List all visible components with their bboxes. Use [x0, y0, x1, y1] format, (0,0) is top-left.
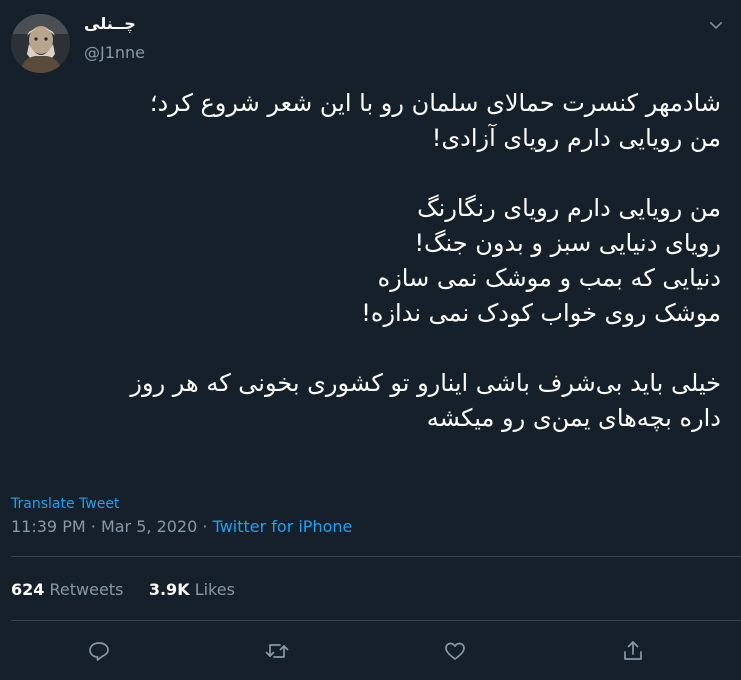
- likes-count: 3.9K: [148, 580, 190, 599]
- tweet-meta: 11:39 PM · Mar 5, 2020 · Twitter for iPh…: [11, 517, 352, 536]
- meta-separator: ·: [90, 517, 96, 536]
- tweet-text-line: [21, 331, 721, 366]
- tweet-text-line: رویای دنیایی سبز و بدون جنگ!: [414, 229, 721, 257]
- likes-stat[interactable]: 3.9K Likes: [149, 580, 235, 599]
- retweet-icon[interactable]: [262, 636, 292, 666]
- tweet-source-link[interactable]: Twitter for iPhone: [213, 517, 353, 536]
- translate-tweet-link[interactable]: Translate Tweet: [11, 496, 119, 512]
- tweet-text-line: من رویایی دارم رویای رنگارنگ: [417, 194, 721, 222]
- chevron-down-icon[interactable]: [705, 14, 727, 36]
- like-icon[interactable]: [440, 636, 470, 666]
- tweet-text-line: خیلی باید بی‌شرف باشی اینارو تو کشوری بخ…: [130, 369, 721, 397]
- tweet-text-line: شادمهر کنسرت حمالای سلمان رو با این شعر …: [149, 89, 721, 117]
- avatar-image: [11, 14, 70, 73]
- author-display-name[interactable]: چــنلی: [84, 14, 136, 33]
- author-handle[interactable]: @J1nne: [84, 43, 145, 62]
- tweet-text: شادمهر کنسرت حمالای سلمان رو با این شعر …: [21, 86, 721, 436]
- retweets-stat[interactable]: 624 Retweets: [11, 580, 123, 599]
- retweets-count: 624: [11, 580, 45, 599]
- retweets-label: Retweets: [49, 580, 124, 599]
- tweet-text-line: دنیایی که بمب و موشک نمی سازه: [377, 264, 721, 292]
- avatar[interactable]: [11, 14, 70, 73]
- tweet-actions: [0, 636, 741, 666]
- share-icon[interactable]: [618, 636, 648, 666]
- meta-separator: ·: [202, 517, 208, 536]
- tweet-text-line: موشک روی خواب کودک نمی ندازه!: [361, 299, 721, 327]
- likes-label: Likes: [194, 580, 235, 599]
- tweet-date[interactable]: Mar 5, 2020: [101, 517, 197, 536]
- reply-icon[interactable]: [84, 636, 114, 666]
- tweet-text-line: [21, 156, 721, 191]
- tweet-time[interactable]: 11:39 PM: [11, 517, 86, 536]
- tweet-detail: چــنلی @J1nne شادمهر کنسرت حمالای سلمان …: [0, 0, 741, 680]
- tweet-text-line: من رویایی دارم رویای آزادی!: [431, 124, 721, 152]
- divider: [11, 556, 741, 557]
- tweet-stats: 624 Retweets 3.9K Likes: [11, 580, 235, 599]
- divider: [11, 620, 741, 621]
- tweet-text-line: داره بچه‌های یمن‌ی رو میکشه: [426, 404, 721, 432]
